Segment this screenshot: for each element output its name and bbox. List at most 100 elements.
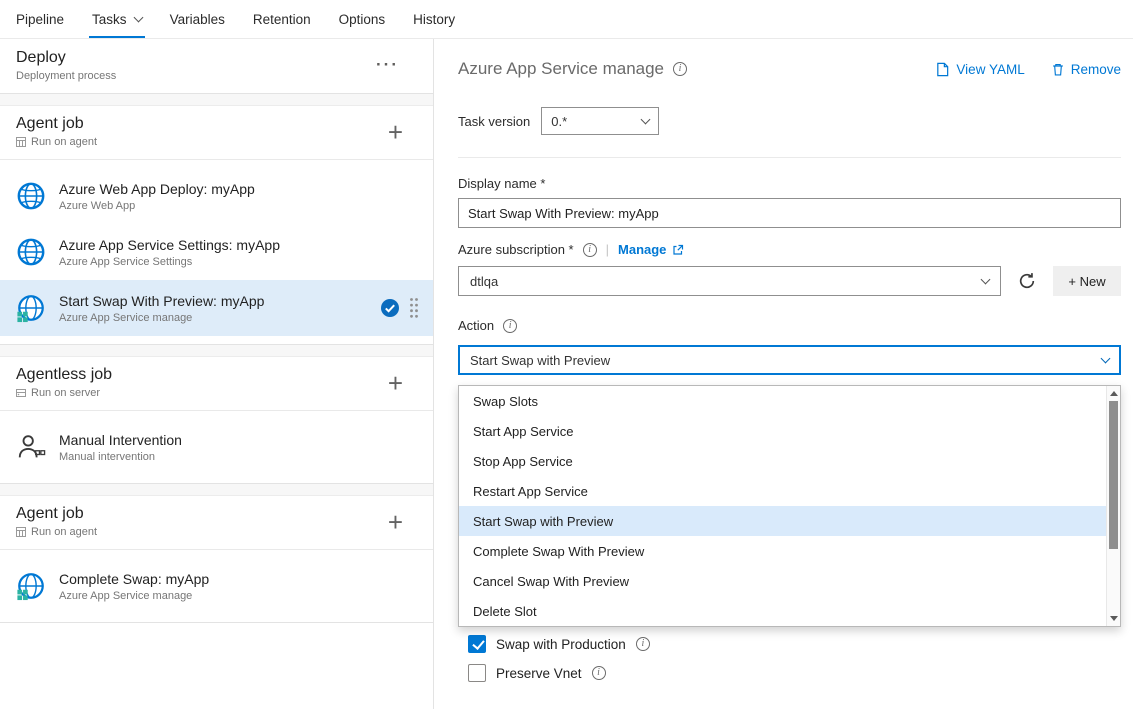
view-yaml-label: View YAML: [956, 62, 1024, 77]
info-icon[interactable]: [673, 62, 687, 76]
server-icon: [16, 388, 26, 398]
process-subtitle: Deployment process: [16, 70, 116, 82]
panel-title: Azure App Service manage: [458, 59, 664, 79]
separator: |: [606, 242, 609, 257]
task-title: Start Swap With Preview: myApp: [59, 293, 381, 309]
tab-variables[interactable]: Variables: [156, 0, 239, 38]
action-option[interactable]: Start App Service: [459, 416, 1120, 446]
job-title: Agent job: [16, 115, 97, 133]
task-subtitle: Azure App Service manage: [59, 312, 381, 324]
action-option[interactable]: Cancel Swap With Preview: [459, 566, 1120, 596]
chevron-down-icon: [981, 275, 991, 285]
job-header-agent-2[interactable]: Agent job Run on agent +: [0, 496, 433, 550]
action-dropdown-list: Swap Slots Start App Service Stop App Se…: [458, 385, 1121, 627]
remove-button[interactable]: Remove: [1051, 62, 1121, 77]
action-option[interactable]: Complete Swap With Preview: [459, 536, 1120, 566]
task-azure-app-service-settings[interactable]: Azure App Service Settings: myApp Azure …: [0, 224, 433, 280]
subscription-select[interactable]: dtlqa: [458, 266, 1001, 296]
app-service-manage-icon: [16, 571, 46, 601]
app-service-manage-icon: [16, 293, 46, 323]
job-header-agent-1[interactable]: Agent job Run on agent +: [0, 106, 433, 160]
subscription-value: dtlqa: [470, 274, 498, 289]
trash-icon: [1051, 62, 1065, 77]
refresh-icon: [1018, 272, 1036, 290]
divider: [458, 157, 1121, 158]
tab-tasks[interactable]: Tasks: [78, 0, 156, 38]
drag-handle-icon[interactable]: [409, 297, 419, 319]
preserve-vnet-row: Preserve Vnet: [468, 664, 1121, 682]
tab-label: Variables: [170, 12, 225, 27]
external-link-icon: [672, 244, 684, 256]
scroll-thumb[interactable]: [1109, 401, 1118, 549]
info-icon[interactable]: [583, 243, 597, 257]
chevron-down-icon: [641, 115, 651, 125]
more-icon[interactable]: ···: [376, 55, 417, 75]
action-option[interactable]: Stop App Service: [459, 446, 1120, 476]
add-task-button[interactable]: +: [388, 119, 417, 145]
tab-history[interactable]: History: [399, 0, 469, 38]
tab-label: History: [413, 12, 455, 27]
new-button-label: + New: [1068, 274, 1105, 289]
task-version-label: Task version: [458, 114, 530, 129]
preserve-vnet-checkbox[interactable]: [468, 664, 486, 682]
tab-options[interactable]: Options: [325, 0, 400, 38]
section-gap: [0, 484, 433, 496]
view-yaml-button[interactable]: View YAML: [935, 62, 1024, 77]
refresh-button[interactable]: [1012, 266, 1042, 296]
task-version-value: 0.*: [551, 114, 567, 129]
task-title: Manual Intervention: [59, 432, 423, 448]
info-icon[interactable]: [592, 666, 606, 680]
section-gap: [0, 345, 433, 357]
action-option[interactable]: Swap Slots: [459, 386, 1120, 416]
tab-label: Tasks: [92, 12, 127, 27]
pipeline-editor: Pipeline Tasks Variables Retention Optio…: [0, 0, 1133, 709]
process-sidebar: Deploy Deployment process ··· Agent job …: [0, 39, 434, 709]
process-header[interactable]: Deploy Deployment process ···: [0, 39, 433, 94]
task-version-select[interactable]: 0.*: [541, 107, 659, 135]
scroll-up-icon[interactable]: [1110, 391, 1118, 396]
info-icon[interactable]: [636, 637, 650, 651]
scrollbar[interactable]: [1106, 386, 1120, 626]
chevron-down-icon: [1101, 354, 1111, 364]
task-start-swap-with-preview[interactable]: Start Swap With Preview: myApp Azure App…: [0, 280, 433, 336]
task-list: Manual Intervention Manual intervention: [0, 411, 433, 483]
add-task-button[interactable]: +: [388, 509, 417, 535]
new-subscription-button[interactable]: + New: [1053, 266, 1121, 296]
tab-label: Options: [339, 12, 386, 27]
tab-retention[interactable]: Retention: [239, 0, 325, 38]
top-nav: Pipeline Tasks Variables Retention Optio…: [0, 0, 1133, 39]
display-name-input[interactable]: [458, 198, 1121, 228]
yaml-file-icon: [935, 62, 950, 77]
job-group-agent-1: Agent job Run on agent +: [0, 106, 433, 345]
manage-link[interactable]: Manage: [618, 242, 684, 257]
job-header-agentless[interactable]: Agentless job Run on server +: [0, 357, 433, 411]
tab-label: Pipeline: [16, 12, 64, 27]
action-option[interactable]: Start Swap with Preview: [459, 506, 1120, 536]
action-select[interactable]: Start Swap with Preview: [458, 345, 1121, 375]
task-complete-swap[interactable]: Complete Swap: myApp Azure App Service m…: [0, 558, 433, 614]
job-subtitle: Run on server: [31, 387, 100, 399]
agent-grid-icon: [16, 137, 26, 147]
task-manual-intervention[interactable]: Manual Intervention Manual intervention: [0, 419, 433, 475]
chevron-down-icon: [133, 12, 143, 22]
process-title: Deploy: [16, 49, 116, 67]
swap-with-production-checkbox[interactable]: [468, 635, 486, 653]
tab-pipeline[interactable]: Pipeline: [2, 0, 78, 38]
task-azure-web-app-deploy[interactable]: Azure Web App Deploy: myApp Azure Web Ap…: [0, 168, 433, 224]
action-option[interactable]: Delete Slot: [459, 596, 1120, 626]
task-subtitle: Azure App Service manage: [59, 590, 423, 602]
info-icon[interactable]: [503, 319, 517, 333]
task-list: Azure Web App Deploy: myApp Azure Web Ap…: [0, 160, 433, 344]
selected-check-icon: [381, 299, 399, 317]
scroll-down-icon[interactable]: [1110, 616, 1118, 621]
add-task-button[interactable]: +: [388, 370, 417, 396]
task-title: Complete Swap: myApp: [59, 571, 423, 587]
job-subtitle: Run on agent: [31, 526, 97, 538]
task-subtitle: Azure App Service Settings: [59, 256, 423, 268]
subscription-label: Azure subscription *: [458, 242, 574, 257]
task-title: Azure Web App Deploy: myApp: [59, 181, 423, 197]
job-title: Agent job: [16, 505, 97, 523]
display-name-label: Display name *: [458, 176, 1121, 191]
action-option[interactable]: Restart App Service: [459, 476, 1120, 506]
checkbox-label: Preserve Vnet: [496, 666, 582, 681]
